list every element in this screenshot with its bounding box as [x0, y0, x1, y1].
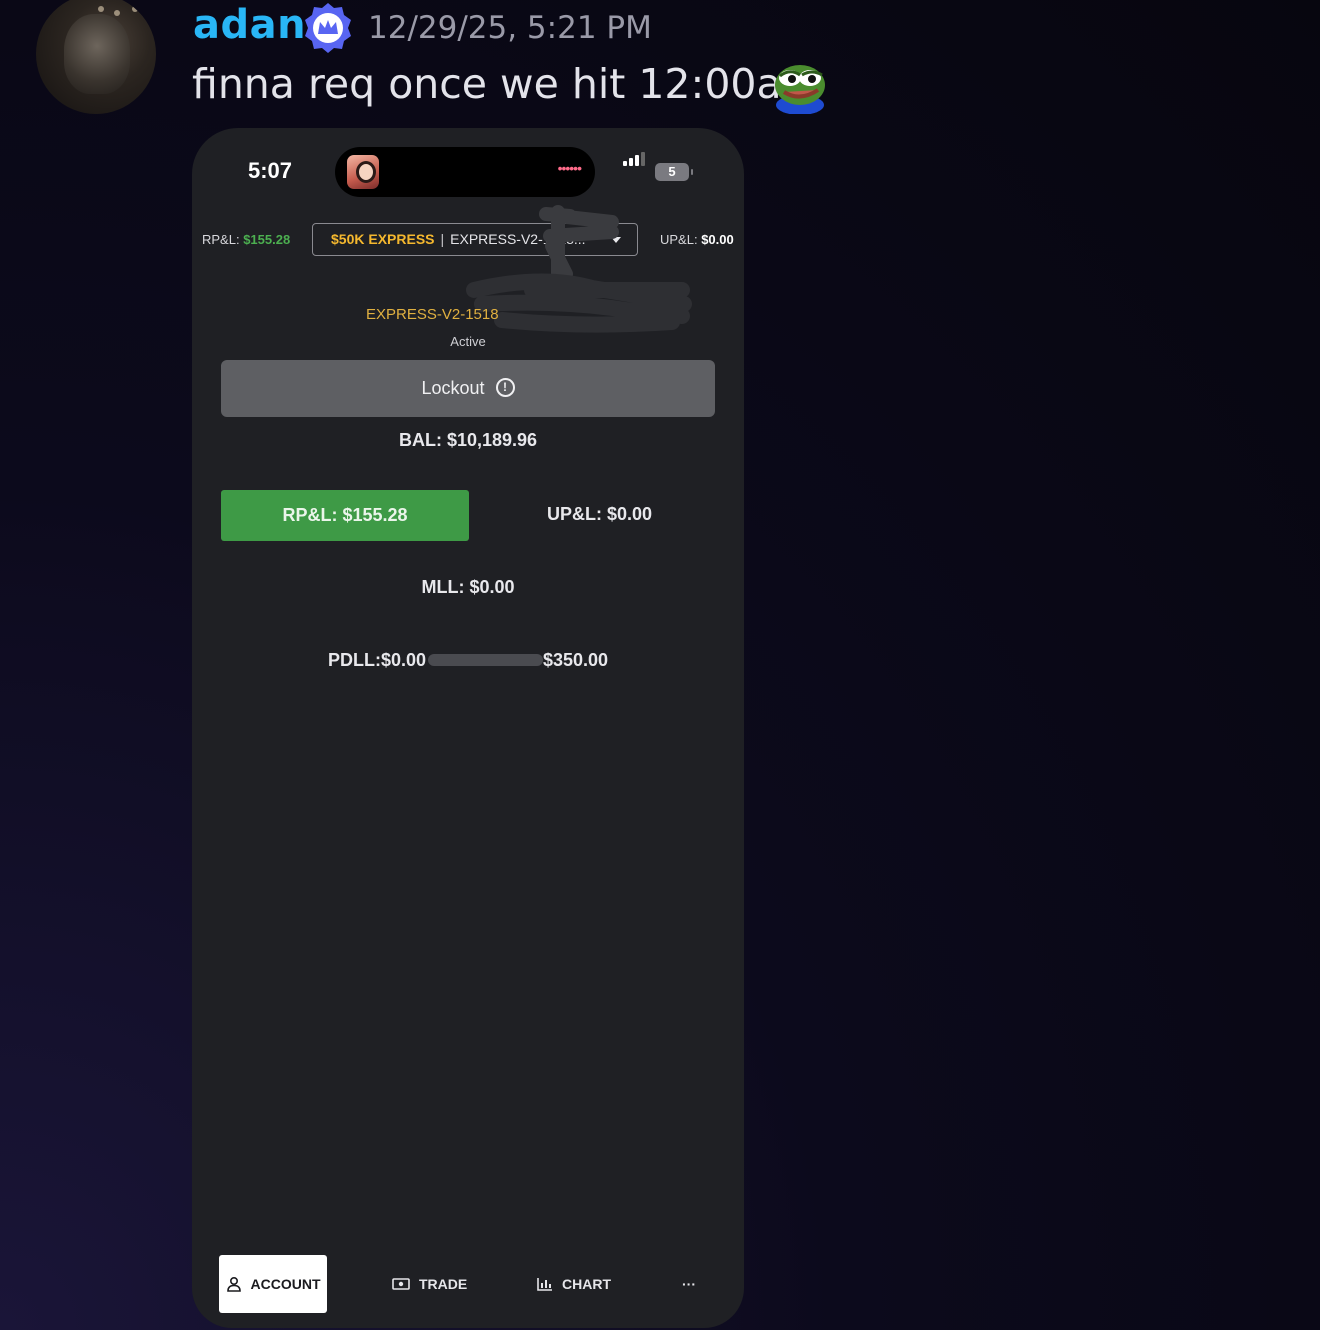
message-text: finna req once we hit 12:00am [192, 60, 822, 108]
message-timestamp: 12/29/25, 5:21 PM [368, 10, 652, 46]
background-light [132, 6, 138, 12]
nav-more-label: ··· [682, 1276, 696, 1292]
pdll-limit: $350.00 [543, 650, 609, 670]
pdll-progress-bar [428, 654, 543, 666]
user-avatar[interactable] [36, 0, 156, 114]
lockout-label: Lockout [421, 378, 485, 398]
audio-activity-icon: •••••• [557, 160, 582, 176]
account-separator: | [440, 231, 445, 247]
pepe-emoji-icon[interactable] [772, 58, 828, 114]
account-plan: $50K EXPRESS [331, 231, 435, 247]
bottom-nav: ACCOUNT TRADE CHART ··· [192, 1254, 744, 1314]
balance-value: BAL: $10,189.96 [398, 430, 538, 450]
account-id: EXPRESS-V2-1518 [366, 306, 499, 323]
topbar-upl-value: $0.00 [701, 232, 734, 247]
status-bar-time: 5:07 [248, 158, 293, 183]
nav-account[interactable]: ACCOUNT [219, 1255, 327, 1313]
upl-value: UP&L: $0.00 [546, 504, 653, 524]
username[interactable]: adan [193, 2, 306, 48]
rpl-button[interactable]: RP&L: $155.28 [221, 490, 469, 541]
lockout-button[interactable]: Lockout ! [221, 360, 715, 417]
topbar-rpl-value: $155.28 [243, 232, 291, 247]
pdll-value: PDLL:$0.00 [328, 650, 427, 670]
user-icon [226, 1276, 241, 1292]
nav-chart-label: CHART [562, 1276, 611, 1292]
dynamic-island: •••••• [335, 147, 595, 197]
nav-trade[interactable]: TRADE [392, 1255, 467, 1313]
more-options-icon[interactable]: ··· [682, 1255, 696, 1313]
topbar-rpl-label: RP&L: [202, 232, 240, 247]
nav-chart[interactable]: CHART [537, 1255, 611, 1313]
nav-trade-label: TRADE [419, 1276, 468, 1292]
background-light [98, 6, 104, 12]
battery-icon: 5 [655, 163, 693, 181]
cash-icon [392, 1278, 410, 1290]
phone-screenshot[interactable]: 5:07 •••••• 5 RP&L: $155.28 $50K EXPRESS… [192, 128, 744, 1328]
crown-badge-icon[interactable] [300, 0, 356, 56]
mll-value: MLL: $0.00 [421, 577, 515, 597]
account-status: Active [450, 334, 486, 349]
dog-photo [64, 14, 130, 94]
topbar-rpl: RP&L: $155.28 [202, 232, 290, 247]
info-icon: ! [495, 377, 515, 397]
media-thumbnail [347, 155, 379, 189]
nav-account-label: ACCOUNT [250, 1276, 321, 1292]
background-light [114, 10, 120, 16]
chart-icon [537, 1278, 552, 1291]
